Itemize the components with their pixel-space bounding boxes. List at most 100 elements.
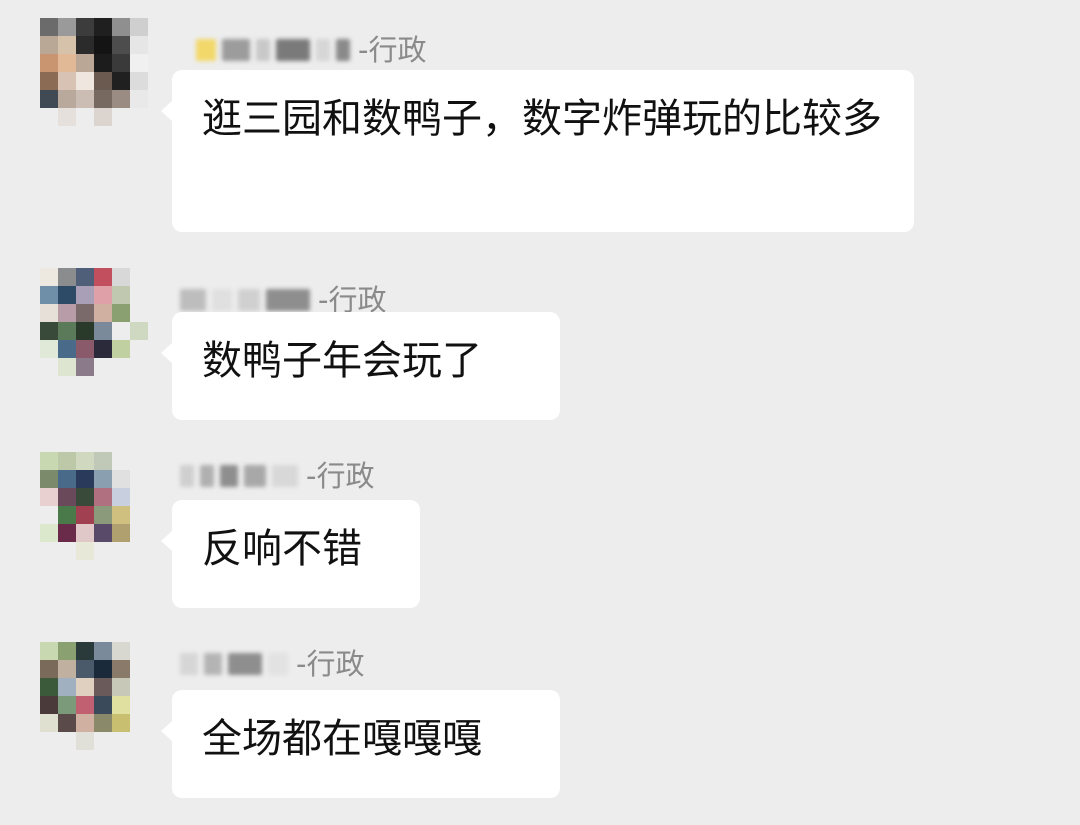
avatar-mosaic-pixel [112,542,130,560]
avatar-mosaic-pixel [112,696,130,714]
avatar-mosaic-pixel [76,642,94,660]
message-bubble[interactable]: 数鸭子年会玩了 [161,312,560,420]
avatar-mosaic-pixel [40,358,58,376]
message-bubble[interactable]: 逛三园和数鸭子，数字炸弹玩的比较多 [161,70,914,232]
avatar-mosaic-pixel [76,732,94,750]
avatar-mosaic-pixel [40,108,58,126]
avatar-mosaic-pixel [112,322,130,340]
avatar-mosaic-pixel [40,340,58,358]
avatar[interactable] [40,642,148,750]
avatar-mosaic-pixel [130,72,148,90]
avatar[interactable] [40,452,148,560]
avatar-mosaic-pixel [130,18,148,36]
avatar-mosaic-pixel [58,108,76,126]
avatar-mosaic-pixel [58,358,76,376]
avatar-mosaic-pixel [94,72,112,90]
avatar-mosaic-pixel [94,322,112,340]
avatar-mosaic-pixel [76,358,94,376]
avatar-mosaic-pixel [40,660,58,678]
avatar-mosaic-pixel [94,452,112,470]
avatar-mosaic-pixel [112,54,130,72]
avatar-mosaic-pixel [76,660,94,678]
avatar-mosaic-pixel [58,470,76,488]
avatar-mosaic-pixel [58,18,76,36]
avatar-mosaic-pixel [58,488,76,506]
avatar-mosaic-pixel [76,488,94,506]
avatar-mosaic-pixel [130,286,148,304]
avatar-mosaic-pixel [58,542,76,560]
avatar-mosaic-pixel [94,340,112,358]
avatar-mosaic-pixel [76,322,94,340]
avatar-mosaic-pixel [130,678,148,696]
avatar-mosaic-pixel [58,268,76,286]
chat-message-list[interactable]: -行政 逛三园和数鸭子，数字炸弹玩的比较多 -行政 数鸭子年会玩了 -行政 反响… [0,0,1080,825]
avatar-mosaic-pixel [94,542,112,560]
avatar-mosaic-pixel [112,340,130,358]
avatar[interactable] [40,268,148,376]
avatar-mosaic-pixel [76,90,94,108]
avatar-mosaic-pixel [112,642,130,660]
avatar[interactable] [40,18,148,126]
avatar-mosaic-pixel [112,358,130,376]
avatar-mosaic-pixel [130,470,148,488]
message-bubble[interactable]: 反响不错 [161,500,420,608]
avatar-mosaic-pixel [40,18,58,36]
redacted-name-block [272,465,298,487]
message-text: 数鸭子年会玩了 [202,338,482,384]
avatar-mosaic-pixel [40,642,58,660]
avatar-mosaic-pixel [94,90,112,108]
avatar-mosaic-pixel [130,340,148,358]
avatar-mosaic-pixel [130,524,148,542]
avatar-mosaic-pixel [40,542,58,560]
avatar-mosaic-pixel [76,714,94,732]
redacted-name-block [266,289,310,311]
avatar-mosaic-pixel [58,506,76,524]
avatar-mosaic-pixel [130,506,148,524]
avatar-mosaic-pixel [76,54,94,72]
redacted-name-block [212,289,232,311]
avatar-mosaic-pixel [94,678,112,696]
redacted-name-block [244,465,266,487]
avatar-mosaic-pixel [40,678,58,696]
sender-department: -行政 [296,647,365,681]
avatar-mosaic-pixel [112,18,130,36]
avatar-mosaic-pixel [58,286,76,304]
avatar-mosaic-pixel [40,452,58,470]
avatar-mosaic-pixel [40,322,58,340]
avatar-mosaic-pixel [94,18,112,36]
avatar-mosaic-pixel [130,488,148,506]
avatar-mosaic-pixel [130,696,148,714]
avatar-mosaic-pixel [40,470,58,488]
message-bubble[interactable]: 全场都在嘎嘎嘎 [161,690,560,798]
avatar-mosaic-pixel [58,340,76,358]
sender-name: -行政 [180,644,364,684]
redacted-name-block [228,653,262,675]
avatar-mosaic-pixel [94,642,112,660]
redacted-name-block [222,39,250,61]
avatar-mosaic-pixel [58,322,76,340]
redacted-name-block [276,39,310,61]
avatar-mosaic-pixel [58,90,76,108]
avatar-mosaic-pixel [58,36,76,54]
redacted-name-block [316,39,330,61]
redacted-name-block [238,289,260,311]
avatar-mosaic-pixel [130,108,148,126]
redacted-name-block [200,465,214,487]
avatar-mosaic-pixel [40,54,58,72]
avatar-mosaic-pixel [40,286,58,304]
avatar-mosaic-pixel [40,304,58,322]
avatar-mosaic-pixel [40,714,58,732]
avatar-mosaic-pixel [94,54,112,72]
avatar-mosaic-pixel [94,714,112,732]
avatar-mosaic-pixel [94,660,112,678]
avatar-mosaic-pixel [76,524,94,542]
avatar-mosaic-pixel [94,268,112,286]
avatar-mosaic-pixel [76,340,94,358]
avatar-mosaic-pixel [130,304,148,322]
avatar-mosaic-pixel [130,358,148,376]
sender-department: -行政 [306,459,375,493]
avatar-mosaic-pixel [112,732,130,750]
avatar-mosaic-pixel [94,36,112,54]
avatar-mosaic-pixel [112,470,130,488]
avatar-mosaic-pixel [40,488,58,506]
